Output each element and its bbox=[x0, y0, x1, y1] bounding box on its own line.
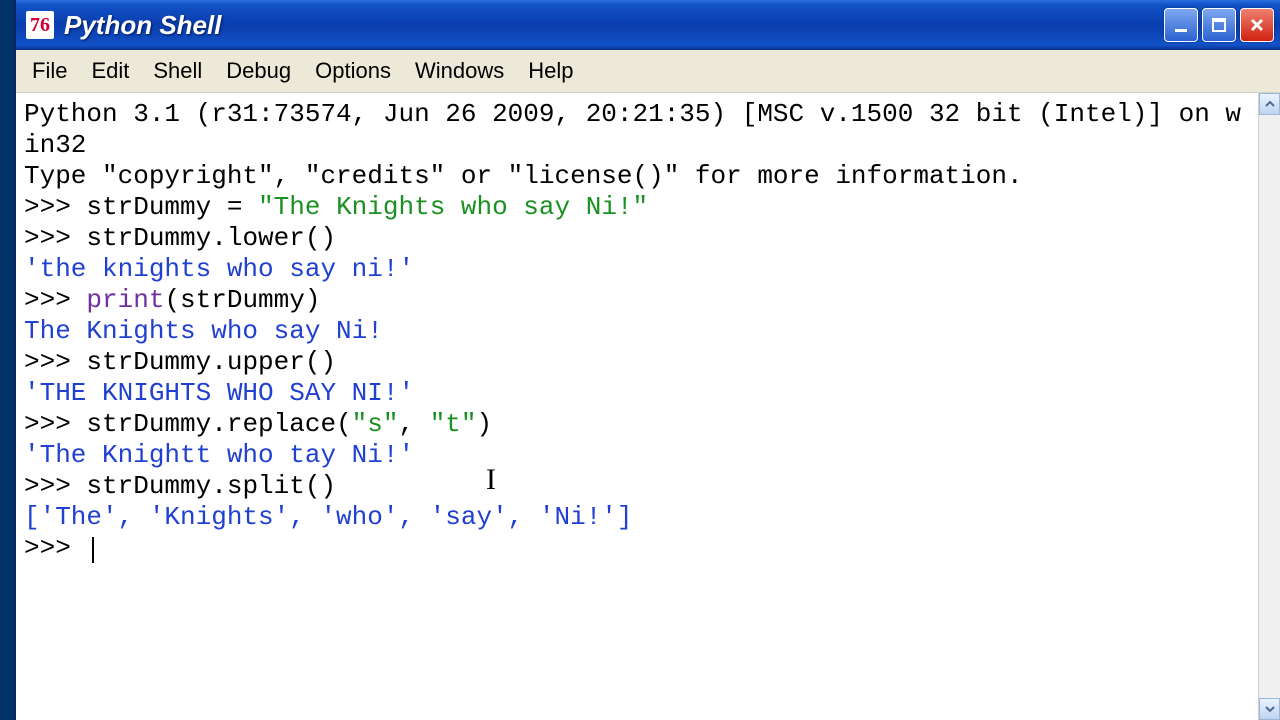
output-line: 'the knights who say ni!' bbox=[24, 254, 414, 284]
minimize-icon bbox=[1172, 16, 1190, 34]
code-input: strDummy.split() bbox=[86, 471, 336, 501]
prompt: >>> bbox=[24, 285, 86, 315]
code-input: strDummy.lower() bbox=[86, 223, 336, 253]
menu-shell[interactable]: Shell bbox=[141, 52, 214, 90]
window-title: Python Shell bbox=[64, 10, 1164, 41]
output-line: 'The Knightt who tay Ni!' bbox=[24, 440, 414, 470]
maximize-button[interactable] bbox=[1202, 8, 1236, 42]
code-input: strDummy.upper() bbox=[86, 347, 336, 377]
output-line: 'THE KNIGHTS WHO SAY NI!' bbox=[24, 378, 414, 408]
shell-text-area[interactable]: Python 3.1 (r31:73574, Jun 26 2009, 20:2… bbox=[16, 93, 1258, 720]
menu-help[interactable]: Help bbox=[516, 52, 585, 90]
prompt: >>> bbox=[24, 409, 86, 439]
prompt: >>> bbox=[24, 533, 86, 563]
vertical-scrollbar[interactable] bbox=[1258, 93, 1280, 720]
content-wrap: Python 3.1 (r31:73574, Jun 26 2009, 20:2… bbox=[16, 93, 1280, 720]
code-input: strDummy.replace( bbox=[86, 409, 351, 439]
scroll-track[interactable] bbox=[1259, 115, 1280, 698]
banner-line2: Type "copyright", "credits" or "license(… bbox=[24, 161, 1023, 191]
string-literal: "The Knights who say Ni!" bbox=[258, 192, 648, 222]
scroll-up-button[interactable] bbox=[1259, 93, 1280, 115]
app-icon-text: 76 bbox=[30, 14, 50, 37]
chevron-down-icon bbox=[1265, 704, 1275, 714]
prompt: >>> bbox=[24, 347, 86, 377]
menu-options[interactable]: Options bbox=[303, 52, 403, 90]
menu-edit[interactable]: Edit bbox=[79, 52, 141, 90]
output-line: The Knights who say Ni! bbox=[24, 316, 383, 346]
maximize-icon bbox=[1210, 16, 1228, 34]
desktop-edge bbox=[0, 0, 14, 720]
menu-file[interactable]: File bbox=[20, 52, 79, 90]
minimize-button[interactable] bbox=[1164, 8, 1198, 42]
prompt: >>> bbox=[24, 471, 86, 501]
string-literal: "t" bbox=[430, 409, 477, 439]
code-args: (strDummy) bbox=[164, 285, 320, 315]
output-line: ['The', 'Knights', 'who', 'say', 'Ni!'] bbox=[24, 502, 633, 532]
menu-windows[interactable]: Windows bbox=[403, 52, 516, 90]
close-icon bbox=[1248, 16, 1266, 34]
chevron-up-icon bbox=[1265, 99, 1275, 109]
python-shell-window: 76 Python Shell File Edit Shell Debug Op… bbox=[14, 0, 1280, 720]
string-literal: "s" bbox=[352, 409, 399, 439]
prompt: >>> bbox=[24, 192, 86, 222]
builtin-call: print bbox=[86, 285, 164, 315]
code-input: ) bbox=[477, 409, 493, 439]
app-icon: 76 bbox=[26, 11, 54, 39]
close-button[interactable] bbox=[1240, 8, 1274, 42]
scroll-down-button[interactable] bbox=[1259, 698, 1280, 720]
code-input: , bbox=[398, 409, 429, 439]
titlebar[interactable]: 76 Python Shell bbox=[16, 0, 1280, 50]
window-buttons bbox=[1164, 8, 1274, 42]
code-input: strDummy = bbox=[86, 192, 258, 222]
prompt: >>> bbox=[24, 223, 86, 253]
menubar: File Edit Shell Debug Options Windows He… bbox=[16, 50, 1280, 93]
banner-line: Python 3.1 (r31:73574, Jun 26 2009, 20:2… bbox=[24, 99, 1241, 160]
text-cursor bbox=[92, 537, 94, 563]
menu-debug[interactable]: Debug bbox=[214, 52, 303, 90]
